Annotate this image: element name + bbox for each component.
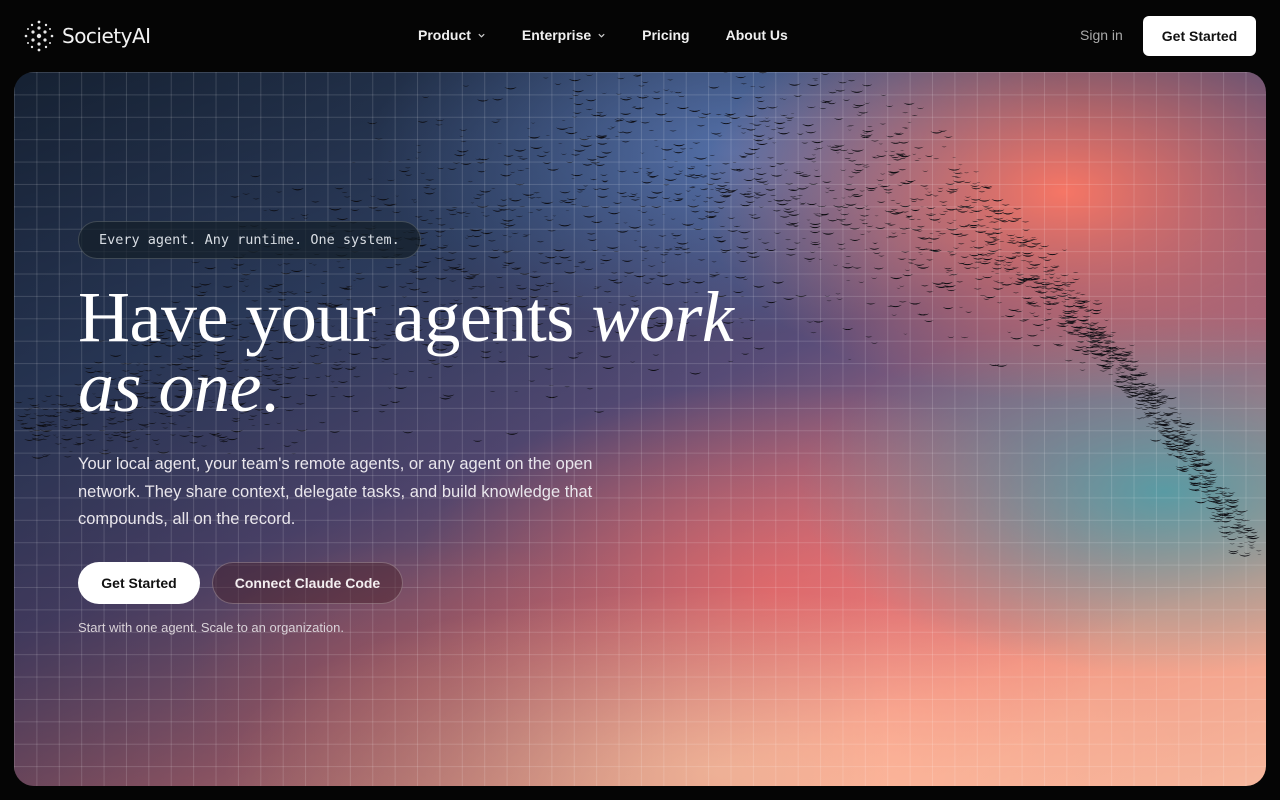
hero-subtitle: Your local agent, your team's remote age…	[78, 455, 593, 528]
nav-get-started-button[interactable]: Get Started	[1143, 16, 1256, 56]
chevron-down-icon	[478, 33, 485, 38]
nav-item-pricing[interactable]: Pricing	[642, 27, 689, 43]
brand-logo[interactable]: SocietyAI	[24, 20, 151, 52]
top-nav: SocietyAI Product Enterprise Pricing Abo…	[0, 0, 1280, 72]
sign-in-link[interactable]: Sign in	[1080, 27, 1123, 43]
nav-item-label: About Us	[725, 27, 788, 43]
nav-item-label: Enterprise	[521, 27, 592, 43]
brand-name: SocietyAI	[62, 24, 151, 48]
hero-footnote: Start with one agent. Scale to an organi…	[78, 620, 344, 635]
chevron-down-icon	[598, 33, 605, 38]
headline-italic-as-one: as one	[78, 347, 261, 427]
logo-mark-icon	[24, 20, 54, 52]
get-started-button[interactable]: Get Started	[78, 562, 200, 604]
headline-italic-work: work	[591, 277, 734, 357]
primary-nav: Product Enterprise Pricing About Us	[418, 27, 824, 43]
nav-item-label: Product	[418, 27, 471, 43]
nav-item-label: Pricing	[642, 27, 690, 43]
nav-item-about-us[interactable]: About Us	[726, 27, 788, 43]
connect-claude-code-button[interactable]: Connect Claude Code	[212, 562, 403, 604]
headline-plain: Have your agents	[78, 277, 592, 357]
nav-item-product[interactable]: Product	[418, 27, 486, 43]
hero-grid-overlay	[14, 72, 1266, 786]
hero-headline: Have your agents work as one.	[78, 281, 734, 423]
tagline-pill: Every agent. Any runtime. One system.	[78, 221, 421, 259]
headline-period: .	[260, 347, 279, 427]
nav-item-enterprise[interactable]: Enterprise	[522, 27, 606, 43]
hero-section: Every agent. Any runtime. One system. Ha…	[14, 72, 1266, 786]
